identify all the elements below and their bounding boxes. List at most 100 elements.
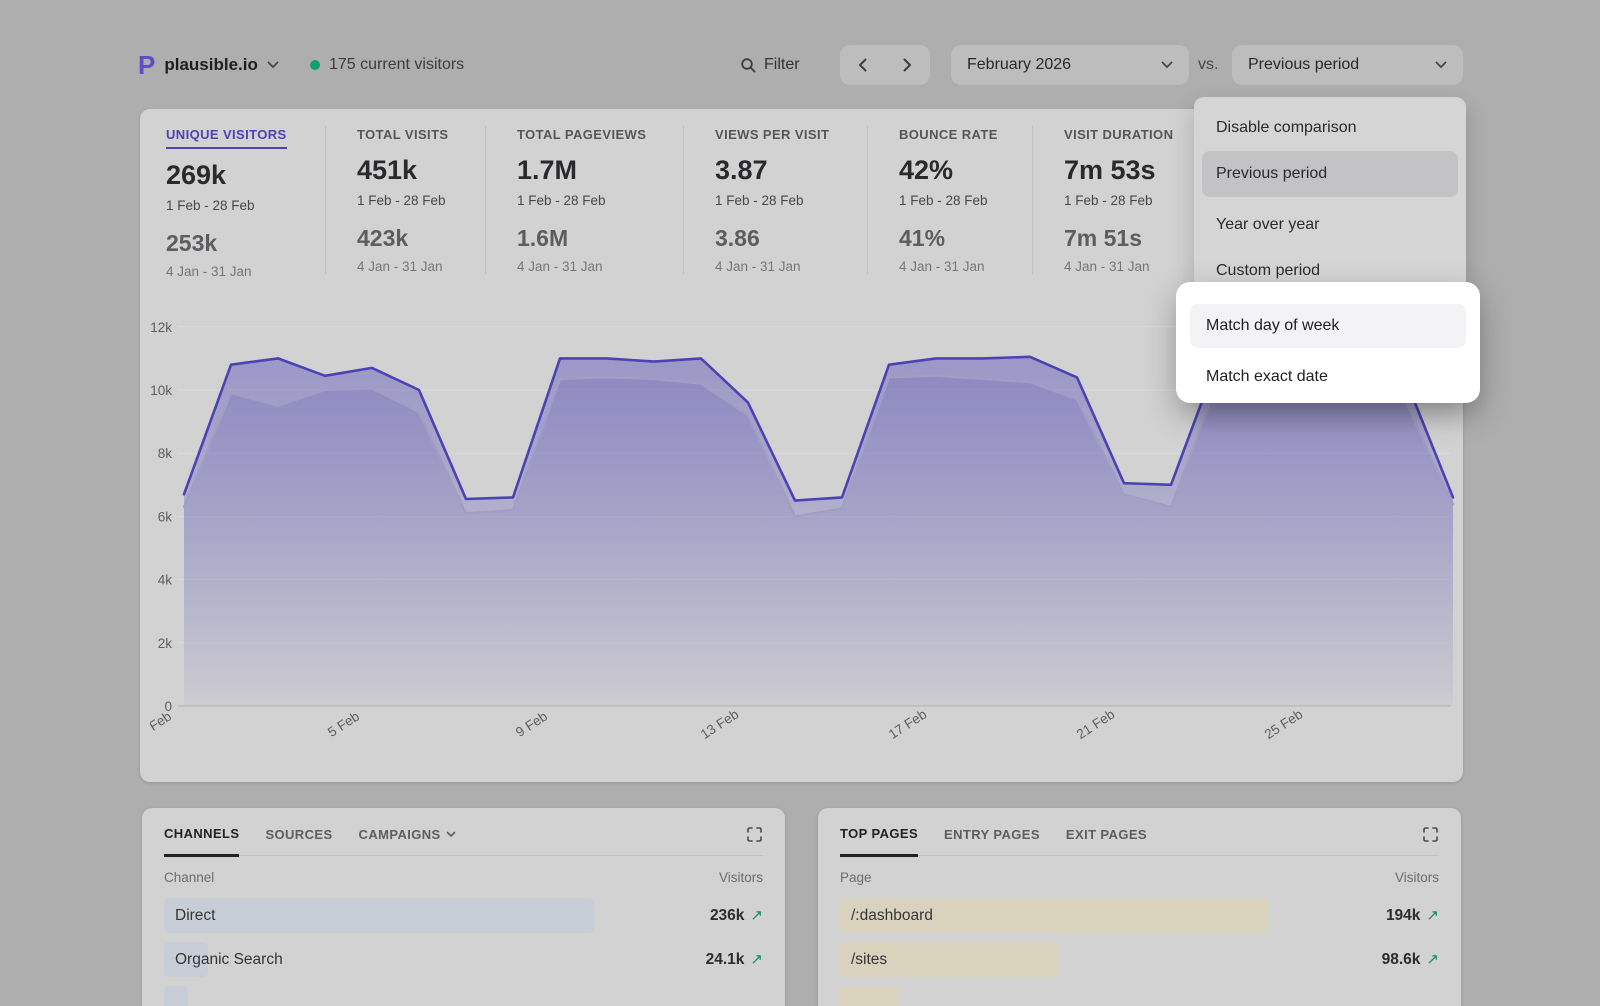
metric-label: UNIQUE VISITORS bbox=[166, 127, 287, 149]
search-icon bbox=[740, 57, 757, 74]
chevron-down-icon bbox=[446, 831, 456, 838]
up-right-arrow-icon: ↗ bbox=[1426, 951, 1439, 968]
row-value: 236k↗ bbox=[710, 898, 763, 933]
svg-text:17 Feb: 17 Feb bbox=[886, 706, 929, 741]
svg-text:4k: 4k bbox=[158, 573, 173, 588]
metric-label: VIEWS PER VISIT bbox=[715, 127, 829, 142]
svg-text:8k: 8k bbox=[158, 446, 173, 461]
metric-period: 1 Feb - 28 Feb bbox=[517, 193, 683, 208]
metric-value: 7m 53s bbox=[1064, 155, 1194, 186]
svg-text:6k: 6k bbox=[158, 509, 173, 524]
expand-panel-button[interactable] bbox=[746, 826, 763, 843]
channels-tabs: CHANNELS SOURCES CAMPAIGNS bbox=[164, 808, 763, 856]
fullscreen-icon bbox=[746, 826, 763, 843]
expand-panel-button[interactable] bbox=[1422, 826, 1439, 843]
metric-prev-value: 1.6M bbox=[517, 225, 683, 252]
top-bar: P plausible.io 175 current visitors Filt… bbox=[0, 0, 1600, 100]
column-header: Visitors bbox=[1395, 870, 1439, 885]
site-picker[interactable]: P plausible.io bbox=[138, 45, 279, 85]
metric-prev-value: 253k bbox=[166, 230, 325, 257]
menu-item-match-day-of-week[interactable]: Match day of week bbox=[1190, 304, 1466, 348]
svg-text:10k: 10k bbox=[150, 383, 172, 398]
tab-sources[interactable]: SOURCES bbox=[265, 827, 332, 855]
svg-text:12k: 12k bbox=[150, 320, 172, 335]
next-period-arrow-button[interactable] bbox=[885, 45, 930, 85]
filter-label: Filter bbox=[764, 56, 800, 74]
row-label: /:dashboard bbox=[840, 907, 933, 924]
date-range-label: February 2026 bbox=[967, 56, 1071, 74]
metric-prev-value: 3.86 bbox=[715, 225, 867, 252]
metric-views-per-visit[interactable]: VIEWS PER VISIT 3.87 1 Feb - 28 Feb 3.86… bbox=[683, 126, 867, 274]
filter-button[interactable]: Filter bbox=[740, 45, 800, 85]
chevron-left-icon bbox=[858, 58, 867, 72]
row-value: 194k↗ bbox=[1386, 898, 1439, 933]
row-label: Direct bbox=[164, 907, 215, 924]
current-visitors[interactable]: 175 current visitors bbox=[310, 45, 464, 85]
metric-period: 1 Feb - 28 Feb bbox=[357, 193, 485, 208]
metric-period: 1 Feb - 28 Feb bbox=[166, 198, 325, 213]
tab-exit-pages[interactable]: EXIT PAGES bbox=[1066, 827, 1147, 855]
tab-campaigns[interactable]: CAMPAIGNS bbox=[359, 827, 456, 855]
row-bar bbox=[164, 898, 594, 933]
channels-panel: CHANNELS SOURCES CAMPAIGNS Channel Visit… bbox=[142, 808, 785, 1006]
row-value: 24.1k↗ bbox=[706, 942, 763, 977]
metric-total-pageviews[interactable]: TOTAL PAGEVIEWS 1.7M 1 Feb - 28 Feb 1.6M… bbox=[485, 126, 683, 274]
metric-prev-period: 4 Jan - 31 Jan bbox=[1064, 259, 1194, 274]
tab-top-pages[interactable]: TOP PAGES bbox=[840, 826, 918, 857]
previous-period-arrow-button[interactable] bbox=[840, 45, 885, 85]
svg-text:9 Feb: 9 Feb bbox=[513, 709, 550, 740]
table-row[interactable]: Organic Search 24.1k↗ bbox=[164, 942, 763, 977]
current-visitors-label: 175 current visitors bbox=[329, 56, 464, 74]
table-row-partial bbox=[840, 986, 1439, 1006]
metric-prev-period: 4 Jan - 31 Jan bbox=[166, 264, 325, 279]
up-right-arrow-icon: ↗ bbox=[750, 907, 763, 924]
menu-item-match-exact-date[interactable]: Match exact date bbox=[1190, 355, 1466, 399]
column-header: Page bbox=[840, 870, 872, 885]
metric-period: 1 Feb - 28 Feb bbox=[899, 193, 1032, 208]
menu-item-year-over-year[interactable]: Year over year bbox=[1194, 202, 1466, 248]
metric-value: 42% bbox=[899, 155, 1032, 186]
metric-value: 3.87 bbox=[715, 155, 867, 186]
metric-prev-period: 4 Jan - 31 Jan bbox=[357, 259, 485, 274]
tab-entry-pages[interactable]: ENTRY PAGES bbox=[944, 827, 1040, 855]
table-row-partial bbox=[164, 986, 763, 1006]
tab-channels[interactable]: CHANNELS bbox=[164, 826, 239, 857]
live-dot-icon bbox=[310, 60, 320, 70]
channels-rows: Direct 236k↗ Organic Search 24.1k↗ bbox=[164, 898, 763, 1006]
chevron-down-icon bbox=[267, 61, 279, 69]
metric-prev-period: 4 Jan - 31 Jan bbox=[517, 259, 683, 274]
pages-column-headers: Page Visitors bbox=[840, 870, 1439, 885]
table-row[interactable]: /sites 98.6k↗ bbox=[840, 942, 1439, 977]
metric-value: 269k bbox=[166, 160, 325, 191]
pages-panel: TOP PAGES ENTRY PAGES EXIT PAGES Page Vi… bbox=[818, 808, 1461, 1006]
plausible-dashboard: P plausible.io 175 current visitors Filt… bbox=[0, 0, 1600, 1006]
row-label: Organic Search bbox=[164, 951, 283, 968]
menu-item-disable-comparison[interactable]: Disable comparison bbox=[1194, 105, 1466, 151]
menu-item-previous-period[interactable]: Previous period bbox=[1202, 151, 1458, 197]
up-right-arrow-icon: ↗ bbox=[1426, 907, 1439, 924]
metric-bounce-rate[interactable]: BOUNCE RATE 42% 1 Feb - 28 Feb 41% 4 Jan… bbox=[867, 126, 1032, 274]
metric-visit-duration[interactable]: VISIT DURATION 7m 53s 1 Feb - 28 Feb 7m … bbox=[1032, 126, 1195, 274]
svg-text:5 Feb: 5 Feb bbox=[325, 709, 362, 740]
metric-unique-visitors[interactable]: UNIQUE VISITORS 269k 1 Feb - 28 Feb 253k… bbox=[164, 126, 325, 279]
metric-prev-value: 423k bbox=[357, 225, 485, 252]
metric-prev-value: 7m 51s bbox=[1064, 225, 1194, 252]
svg-text:13 Feb: 13 Feb bbox=[698, 706, 741, 741]
row-value: 98.6k↗ bbox=[1382, 942, 1439, 977]
up-right-arrow-icon: ↗ bbox=[750, 951, 763, 968]
row-bar bbox=[840, 986, 900, 1006]
comparison-button[interactable]: Previous period bbox=[1232, 45, 1463, 85]
svg-text:25 Feb: 25 Feb bbox=[1262, 706, 1305, 741]
metric-total-visits[interactable]: TOTAL VISITS 451k 1 Feb - 28 Feb 423k 4 … bbox=[325, 126, 485, 274]
table-row[interactable]: Direct 236k↗ bbox=[164, 898, 763, 933]
chevron-down-icon bbox=[1161, 61, 1173, 69]
metric-label: VISIT DURATION bbox=[1064, 127, 1173, 142]
plausible-logo-icon: P bbox=[138, 52, 155, 78]
pages-tabs: TOP PAGES ENTRY PAGES EXIT PAGES bbox=[840, 808, 1439, 856]
metric-label: TOTAL PAGEVIEWS bbox=[517, 127, 646, 142]
chevron-right-icon bbox=[903, 58, 912, 72]
date-range-button[interactable]: February 2026 bbox=[951, 45, 1189, 85]
table-row[interactable]: /:dashboard 194k↗ bbox=[840, 898, 1439, 933]
channels-column-headers: Channel Visitors bbox=[164, 870, 763, 885]
metric-value: 1.7M bbox=[517, 155, 683, 186]
